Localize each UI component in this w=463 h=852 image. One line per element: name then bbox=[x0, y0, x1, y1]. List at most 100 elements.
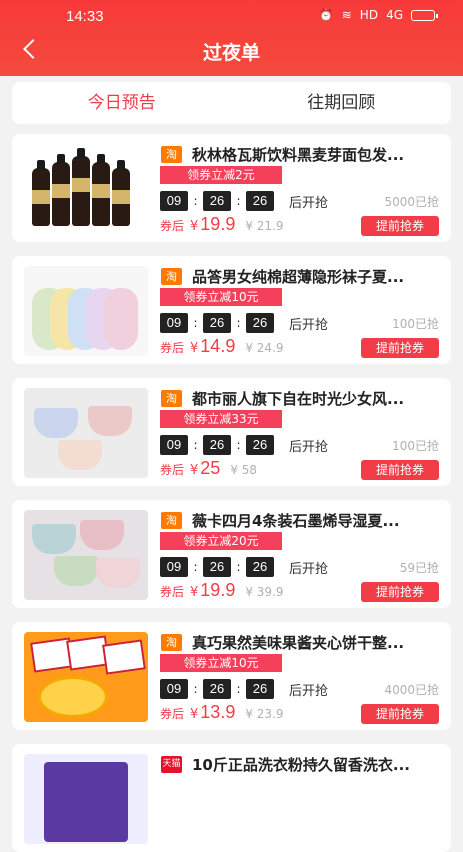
taobao-badge: 淘 bbox=[161, 634, 182, 651]
coupon-tag: 领券立减2元 bbox=[160, 166, 282, 184]
product-image-biscuits[interactable] bbox=[24, 632, 148, 722]
grab-coupon-button[interactable]: 提前抢券 bbox=[361, 582, 439, 602]
timer-seconds: 26 bbox=[246, 435, 274, 455]
grab-coupon-button[interactable]: 提前抢券 bbox=[361, 704, 439, 724]
taobao-badge: 淘 bbox=[161, 268, 182, 285]
original-price: ¥ 39.9 bbox=[245, 585, 284, 599]
after-coupon-label: 券后 bbox=[160, 707, 185, 721]
original-price: ¥ 23.9 bbox=[245, 707, 284, 721]
timer-minutes: 26 bbox=[203, 191, 231, 211]
start-label: 后开抢 bbox=[289, 683, 329, 699]
product-image-kvass[interactable] bbox=[24, 144, 148, 234]
status-bar: 14:33 ⏰ ≋ HD 4G bbox=[0, 6, 463, 28]
coupon-price: 19.9 bbox=[200, 580, 236, 600]
coupon-price: 13.9 bbox=[200, 702, 236, 722]
currency-symbol: ¥ bbox=[190, 463, 199, 478]
product-title[interactable]: 薇卡四月4条装石墨烯导湿夏... bbox=[192, 510, 440, 531]
product-title[interactable]: 品答男女纯棉超薄隐形袜子夏... bbox=[192, 266, 440, 287]
timer-hours: 09 bbox=[160, 191, 188, 211]
countdown-timer: 09: 26: 26 后开抢 bbox=[160, 435, 328, 455]
after-coupon-label: 券后 bbox=[160, 219, 185, 233]
timer-minutes: 26 bbox=[203, 435, 231, 455]
sold-count: 4000已抢 bbox=[384, 683, 439, 697]
coupon-tag: 领券立减10元 bbox=[160, 654, 282, 672]
price-row: 券后 ¥ 13.9 ¥ 23.9 bbox=[160, 702, 284, 723]
timer-hours: 09 bbox=[160, 557, 188, 577]
alarm-icon: ⏰ bbox=[318, 8, 334, 22]
product-title[interactable]: 真巧果然美味果酱夹心饼干整... bbox=[192, 632, 440, 653]
price-row: 券后 ¥ 25 ¥ 58 bbox=[160, 458, 257, 479]
timer-seconds: 26 bbox=[246, 313, 274, 333]
status-icons: ⏰ ≋ HD 4G bbox=[318, 8, 438, 22]
currency-symbol: ¥ bbox=[190, 219, 199, 234]
hd-icon: HD bbox=[359, 8, 379, 22]
timer-minutes: 26 bbox=[203, 313, 231, 333]
after-coupon-label: 券后 bbox=[160, 463, 185, 477]
timer-seconds: 26 bbox=[246, 557, 274, 577]
grab-coupon-button[interactable]: 提前抢券 bbox=[361, 460, 439, 480]
coupon-tag: 领券立减10元 bbox=[160, 288, 282, 306]
timer-hours: 09 bbox=[160, 679, 188, 699]
start-label: 后开抢 bbox=[289, 561, 329, 577]
product-card[interactable]: 淘 品答男女纯棉超薄隐形袜子夏... 领券立减10元 09: 26: 26 后开… bbox=[12, 256, 451, 364]
timer-minutes: 26 bbox=[203, 679, 231, 699]
coupon-tag: 领券立减33元 bbox=[160, 410, 282, 428]
product-image-underwear[interactable] bbox=[24, 388, 148, 478]
product-title[interactable]: 秋林格瓦斯饮料黑麦芽面包发... bbox=[192, 144, 440, 165]
timer-seconds: 26 bbox=[246, 191, 274, 211]
product-title[interactable]: 都市丽人旗下自在时光少女风... bbox=[192, 388, 440, 409]
coupon-price: 19.9 bbox=[200, 214, 236, 234]
countdown-timer: 09: 26: 26 后开抢 bbox=[160, 313, 328, 333]
product-card[interactable]: 淘 真巧果然美味果酱夹心饼干整... 领券立减10元 09: 26: 26 后开… bbox=[12, 622, 451, 730]
start-label: 后开抢 bbox=[289, 439, 329, 455]
start-label: 后开抢 bbox=[289, 317, 329, 333]
coupon-price: 25 bbox=[200, 458, 221, 478]
price-row: 券后 ¥ 19.9 ¥ 21.9 bbox=[160, 214, 284, 235]
sold-count: 100已抢 bbox=[392, 317, 439, 331]
coupon-tag: 领券立减20元 bbox=[160, 532, 282, 550]
taobao-badge: 淘 bbox=[161, 512, 182, 529]
product-card[interactable]: 淘 秋林格瓦斯饮料黑麦芽面包发... 领券立减2元 09: 26: 26 后开抢… bbox=[12, 134, 451, 242]
original-price: ¥ 58 bbox=[230, 463, 258, 477]
tab-bar: 今日预告 往期回顾 bbox=[12, 82, 451, 124]
tab-past-review[interactable]: 往期回顾 bbox=[232, 82, 452, 124]
price-row: 券后 ¥ 19.9 ¥ 39.9 bbox=[160, 580, 284, 601]
currency-symbol: ¥ bbox=[190, 707, 199, 722]
battery-icon bbox=[411, 9, 438, 21]
product-card[interactable]: 淘 都市丽人旗下自在时光少女风... 领券立减33元 09: 26: 26 后开… bbox=[12, 378, 451, 486]
timer-hours: 09 bbox=[160, 313, 188, 333]
timer-minutes: 26 bbox=[203, 557, 231, 577]
original-price: ¥ 24.9 bbox=[245, 341, 284, 355]
countdown-timer: 09: 26: 26 后开抢 bbox=[160, 679, 328, 699]
currency-symbol: ¥ bbox=[190, 341, 199, 356]
tmall-badge: 天猫 bbox=[161, 756, 182, 773]
sold-count: 59已抢 bbox=[399, 561, 439, 575]
timer-hours: 09 bbox=[160, 435, 188, 455]
page-title: 过夜单 bbox=[202, 42, 260, 64]
start-label: 后开抢 bbox=[289, 195, 329, 211]
product-image-underwear-set[interactable] bbox=[24, 510, 148, 600]
tab-today-preview[interactable]: 今日预告 bbox=[12, 82, 232, 124]
currency-symbol: ¥ bbox=[190, 585, 199, 600]
grab-coupon-button[interactable]: 提前抢券 bbox=[361, 216, 439, 236]
sold-count: 5000已抢 bbox=[384, 195, 439, 209]
product-card[interactable]: 淘 薇卡四月4条装石墨烯导湿夏... 领券立减20元 09: 26: 26 后开… bbox=[12, 500, 451, 608]
countdown-timer: 09: 26: 26 后开抢 bbox=[160, 191, 328, 211]
product-image-detergent[interactable] bbox=[24, 754, 148, 844]
timer-seconds: 26 bbox=[246, 679, 274, 699]
status-time: 14:33 bbox=[66, 8, 104, 25]
taobao-badge: 淘 bbox=[161, 390, 182, 407]
app-header: 14:33 ⏰ ≋ HD 4G 过夜单 bbox=[0, 0, 463, 76]
signal-icon: 4G bbox=[386, 8, 403, 22]
original-price: ¥ 21.9 bbox=[245, 219, 284, 233]
grab-coupon-button[interactable]: 提前抢券 bbox=[361, 338, 439, 358]
taobao-badge: 淘 bbox=[161, 146, 182, 163]
after-coupon-label: 券后 bbox=[160, 341, 185, 355]
coupon-price: 14.9 bbox=[200, 336, 236, 356]
wifi-icon: ≋ bbox=[341, 8, 352, 22]
sold-count: 100已抢 bbox=[392, 439, 439, 453]
price-row: 券后 ¥ 14.9 ¥ 24.9 bbox=[160, 336, 284, 357]
product-image-socks[interactable] bbox=[24, 266, 148, 356]
product-card[interactable]: 天猫 10斤正品洗衣粉持久留香洗衣... bbox=[12, 744, 451, 852]
countdown-timer: 09: 26: 26 后开抢 bbox=[160, 557, 328, 577]
